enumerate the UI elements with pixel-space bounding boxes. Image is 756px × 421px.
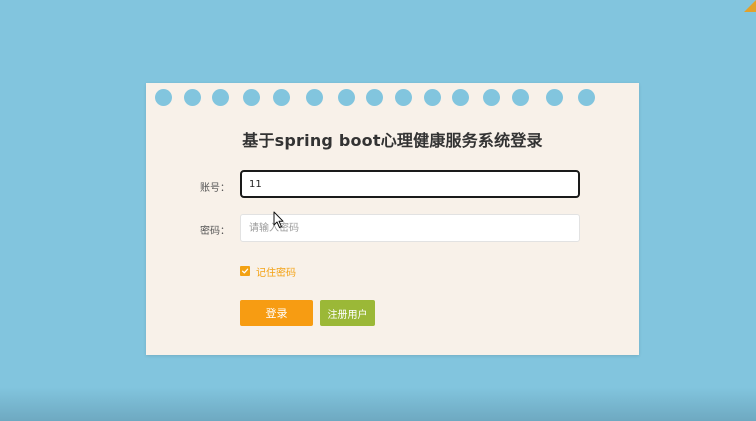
- notebook-hole: [243, 89, 260, 106]
- remember-password-option[interactable]: 记住密码: [240, 264, 296, 279]
- corner-decoration: [744, 0, 756, 12]
- remember-label[interactable]: 记住密码: [256, 264, 296, 279]
- notebook-hole: [366, 89, 383, 106]
- password-input[interactable]: [240, 214, 580, 242]
- notebook-hole: [395, 89, 412, 106]
- notebook-hole: [306, 89, 323, 106]
- notebook-hole: [155, 89, 172, 106]
- notebook-hole: [273, 89, 290, 106]
- password-label: 密码：: [200, 226, 230, 237]
- login-card: 基于spring boot心理健康服务系统登录 账号： 密码： 记住密码 登录 …: [146, 83, 639, 355]
- login-button[interactable]: 登录: [240, 300, 313, 326]
- account-input[interactable]: [240, 170, 580, 198]
- notebook-hole: [338, 89, 355, 106]
- bottom-shadow: [0, 387, 756, 421]
- mouse-cursor-icon: [273, 211, 284, 228]
- notebook-hole: [512, 89, 529, 106]
- notebook-hole: [212, 89, 229, 106]
- notebook-hole: [184, 89, 201, 106]
- register-button[interactable]: 注册用户: [320, 300, 375, 326]
- remember-checkbox[interactable]: [240, 266, 250, 276]
- account-label: 账号：: [200, 183, 230, 194]
- notebook-hole: [483, 89, 500, 106]
- notebook-hole: [452, 89, 469, 106]
- checkmark-icon: [241, 268, 249, 274]
- page-title: 基于spring boot心理健康服务系统登录: [242, 131, 543, 150]
- notebook-hole: [578, 89, 595, 106]
- notebook-hole: [546, 89, 563, 106]
- notebook-holes: [146, 89, 639, 107]
- notebook-hole: [424, 89, 441, 106]
